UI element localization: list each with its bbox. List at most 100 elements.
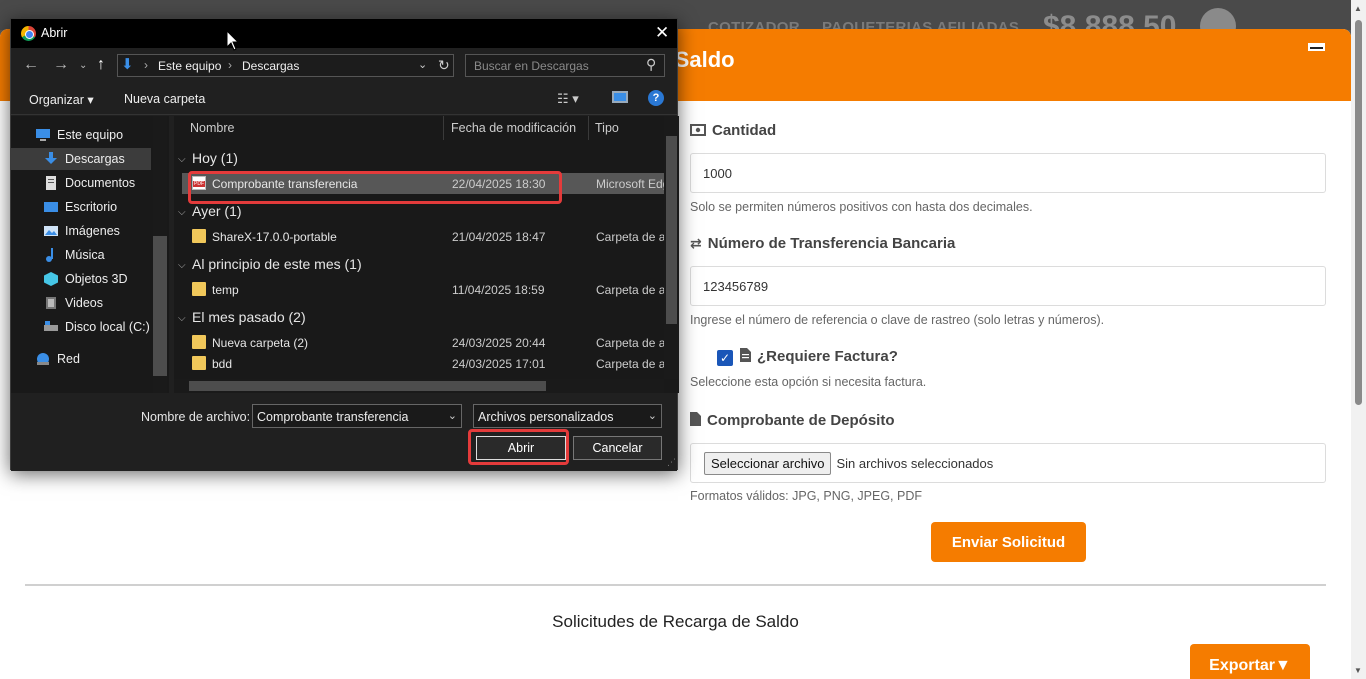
exchange-icon: ⇄ — [690, 235, 702, 251]
close-icon[interactable]: ✕ — [655, 23, 669, 43]
dialog-toolbar: Organizar ▾ Nueva carpeta ☷ ▾ ? — [11, 85, 677, 115]
breadcrumb-descargas[interactable]: Descargas — [242, 59, 299, 73]
filename-label: Nombre de archivo: — [141, 410, 251, 424]
folder-icon — [192, 356, 206, 370]
open-button[interactable]: Abrir — [476, 436, 566, 460]
disk-icon — [43, 320, 59, 334]
cancel-button[interactable]: Cancelar — [573, 436, 662, 460]
filename-input[interactable]: Comprobante transferencia ⌄ — [252, 404, 462, 428]
forward-arrow-icon[interactable]: → — [53, 56, 69, 74]
comprobante-help: Formatos válidos: JPG, PNG, JPEG, PDF — [690, 489, 923, 503]
help-icon[interactable]: ? — [648, 90, 664, 106]
dialog-title: Abrir — [41, 26, 68, 40]
desktop-icon — [43, 200, 59, 214]
column-header-date[interactable]: Fecha de modificación — [445, 116, 589, 140]
column-header-name[interactable]: Nombre — [184, 116, 444, 140]
money-icon — [690, 123, 706, 139]
folder-icon — [192, 282, 206, 296]
group-este-mes[interactable]: Al principio de este mes (1) — [192, 256, 362, 272]
chevron-down-icon[interactable]: ⌄ — [648, 409, 657, 422]
transferencia-input[interactable]: 123456789 — [690, 266, 1326, 306]
nav-item-imagenes[interactable]: Imágenes — [11, 220, 151, 242]
breadcrumb-este-equipo[interactable]: Este equipo — [158, 59, 221, 73]
comprobante-label: Comprobante de Depósito — [690, 412, 895, 429]
divider — [25, 584, 1326, 586]
address-bar[interactable]: ⬇ › Este equipo › Descargas ⌄ ↻ — [117, 54, 454, 77]
folder-icon — [192, 335, 206, 349]
music-icon — [43, 248, 59, 262]
section-title: Solicitudes de Recarga de Saldo — [552, 612, 799, 631]
nav-item-videos[interactable]: Videos — [11, 292, 151, 314]
export-button[interactable]: Exportar▼ — [1190, 644, 1310, 679]
refresh-icon[interactable]: ↻ — [438, 57, 450, 74]
nav-item-objetos-3d[interactable]: Objetos 3D — [11, 268, 151, 290]
resize-grip-icon[interactable]: ⋰ — [667, 457, 676, 468]
dialog-titlebar[interactable]: Abrir ✕ — [11, 19, 677, 48]
transferencia-label: ⇄ Número de Transferencia Bancaria — [690, 235, 956, 252]
file-list-pane: Nombre Fecha de modificación Tipo ⌵ Hoy … — [174, 116, 679, 393]
scroll-thumb[interactable] — [1355, 20, 1362, 405]
nav-item-documentos[interactable]: Documentos — [11, 172, 151, 194]
file-vscroll-thumb[interactable] — [666, 136, 677, 324]
submit-button[interactable]: Enviar Solicitud — [931, 522, 1086, 562]
file-icon — [740, 348, 751, 365]
group-hoy[interactable]: Hoy (1) — [192, 150, 238, 166]
filetype-select[interactable]: Archivos personalizados ⌄ — [473, 404, 662, 428]
file-row[interactable]: bdd 24/03/2025 17:01 Carpeta de archivos — [182, 353, 664, 374]
nav-item-escritorio[interactable]: Escritorio — [11, 196, 151, 218]
image-icon — [43, 224, 59, 238]
chevron-down-icon[interactable]: ⌄ — [418, 58, 427, 71]
preview-pane-icon[interactable] — [612, 91, 628, 103]
scroll-down-icon[interactable]: ▼ — [1354, 666, 1362, 675]
nav-item-musica[interactable]: Música — [11, 244, 151, 266]
back-arrow-icon[interactable]: ← — [23, 56, 39, 74]
nav-item-este-equipo[interactable]: Este equipo — [11, 124, 151, 146]
search-icon[interactable]: ⚲ — [646, 56, 656, 73]
organize-menu[interactable]: Organizar ▾ — [29, 92, 94, 107]
file-row[interactable]: Nueva carpeta (2) 24/03/2025 20:44 Carpe… — [182, 332, 664, 353]
select-file-button[interactable]: Seleccionar archivo — [704, 451, 832, 475]
mouse-cursor-icon — [226, 30, 240, 51]
group-ayer[interactable]: Ayer (1) — [192, 203, 242, 219]
avatar[interactable] — [1200, 8, 1236, 30]
nav-scroll-thumb[interactable] — [153, 236, 167, 376]
file-row[interactable]: ShareX-17.0.0-portable 21/04/2025 18:47 … — [182, 226, 664, 247]
view-options-icon[interactable]: ☷ ▾ — [557, 91, 579, 107]
chevron-down-icon[interactable]: ⌄ — [448, 409, 457, 422]
chevron-down-icon[interactable]: ⌵ — [178, 313, 186, 324]
factura-label: ¿Requiere Factura? — [740, 348, 898, 365]
nav-item-disco-local[interactable]: Disco local (C:) — [11, 316, 151, 338]
file-hscroll-thumb[interactable] — [189, 381, 546, 391]
folder-icon — [192, 229, 206, 243]
factura-checkbox[interactable]: ✓ — [717, 350, 733, 366]
video-icon — [43, 296, 59, 310]
navigation-pane: Este equipo Descargas Documentos Escrito… — [11, 116, 169, 393]
up-arrow-icon[interactable]: ↑ — [97, 56, 105, 74]
chevron-down-icon[interactable]: ⌵ — [178, 260, 186, 271]
nav-item-descargas[interactable]: Descargas — [11, 148, 151, 170]
chevron-down-icon[interactable]: ⌵ — [178, 154, 186, 165]
search-placeholder: Buscar en Descargas — [474, 59, 589, 73]
chrome-icon — [21, 26, 36, 41]
download-icon: ⬇ — [121, 56, 134, 73]
new-folder-button[interactable]: Nueva carpeta — [124, 92, 205, 106]
page-scrollbar[interactable]: ▲ ▼ — [1351, 0, 1366, 679]
recent-chevron-icon[interactable]: ⌄ — [79, 60, 87, 71]
minimize-button[interactable] — [1308, 43, 1325, 51]
chevron-down-icon[interactable]: ⌵ — [178, 207, 186, 218]
file-row[interactable]: temp 11/04/2025 18:59 Carpeta de archivo… — [182, 279, 664, 300]
file-icon — [690, 412, 701, 429]
column-header-type[interactable]: Tipo — [589, 116, 664, 140]
chevron-right-icon: › — [144, 58, 148, 72]
nav-item-red[interactable]: Red — [11, 348, 151, 370]
comprobante-file-input: Seleccionar archivo Sin archivos selecci… — [690, 443, 1326, 483]
pc-icon — [35, 128, 51, 142]
transferencia-help: Ingrese el número de referencia o clave … — [690, 313, 1105, 327]
scroll-up-icon[interactable]: ▲ — [1354, 4, 1362, 13]
search-input[interactable]: Buscar en Descargas ⚲ — [465, 54, 665, 77]
cantidad-input[interactable]: 1000 — [690, 153, 1326, 193]
file-status: Sin archivos seleccionados — [836, 455, 994, 471]
download-icon — [43, 152, 59, 166]
group-mes-pasado[interactable]: El mes pasado (2) — [192, 309, 306, 325]
highlight-box — [188, 171, 562, 204]
